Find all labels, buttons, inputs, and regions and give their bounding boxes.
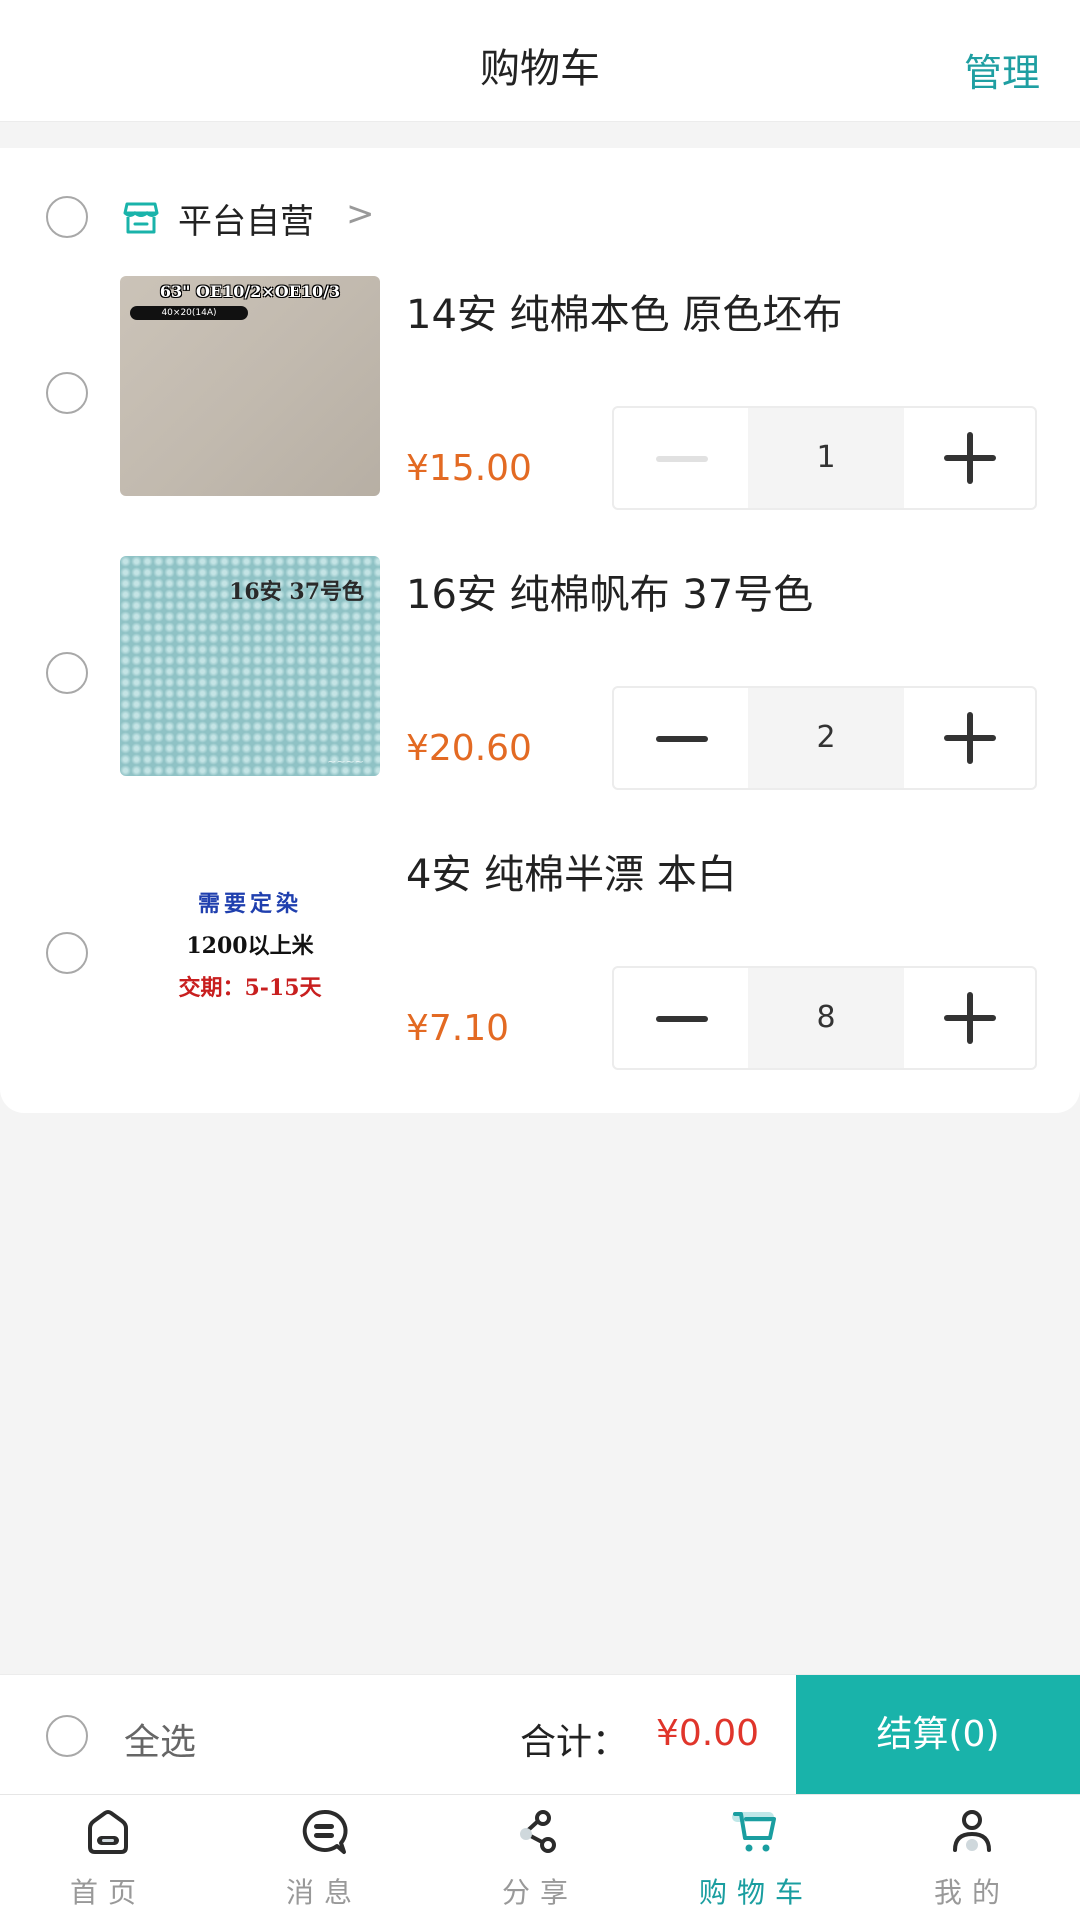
increase-button[interactable] [904,408,1035,508]
item-select-radio[interactable] [46,652,88,694]
home-icon [88,1810,128,1854]
store-row[interactable]: 平台自营 > [0,188,1080,248]
cart-item: 63" OE10/2×OE10/3 40×20(14A) 14安 纯棉本色 原色… [0,276,1080,526]
tab-label: 消息 [285,1876,362,1909]
product-image-caption: 16安 37号色 [229,579,364,605]
page-title: 购物车 [480,46,600,92]
store-name[interactable]: 平台自营 [178,194,314,243]
minus-icon [656,1016,708,1022]
product-price: ¥7.10 [406,1008,510,1049]
tab-label: 我的 [933,1876,1010,1909]
total-value: ¥0.00 [656,1713,760,1754]
tab-cart[interactable]: 购物车 [648,1795,864,1920]
cart-icon [732,1812,776,1852]
tab-home[interactable]: 首页 [0,1795,216,1920]
quantity-stepper: 2 [612,686,1037,790]
product-image[interactable]: 16安 37号色 ~~~~ [120,556,380,776]
tab-messages[interactable]: 消息 [216,1795,432,1920]
profile-icon [953,1810,991,1852]
product-image[interactable]: 需要定染 1200以上米 交期：5-15天 [120,836,380,1056]
product-image-badge: 40×20(14A) [130,306,248,320]
quantity-input[interactable]: 8 [748,968,904,1068]
message-icon [302,1809,348,1854]
decrease-button[interactable] [614,968,748,1068]
product-image-caption: 交期：5-15天 [178,975,322,1001]
item-select-radio[interactable] [46,932,88,974]
tab-label: 购物车 [698,1876,813,1909]
decrease-button[interactable] [614,408,748,508]
cart-item: 16安 37号色 ~~~~ 16安 纯棉帆布 37号色 ¥20.60 2 [0,556,1080,806]
product-image-caption: 1200以上米 [186,933,314,959]
store-icon [123,202,159,234]
tab-label: 首页 [69,1876,146,1909]
header: 购物车 管理 [0,0,1080,122]
total-label: 合计： [520,1722,629,1763]
minus-icon [656,456,708,462]
increase-button[interactable] [904,688,1035,788]
product-price: ¥15.00 [406,448,532,489]
product-title[interactable]: 14安 纯棉本色 原色坯布 [406,282,842,340]
tab-label: 分享 [501,1876,578,1909]
quantity-stepper: 8 [612,966,1037,1070]
cart-item: 需要定染 1200以上米 交期：5-15天 4安 纯棉半漂 本白 ¥7.10 8 [0,836,1080,1086]
manage-button[interactable]: 管理 [964,42,1040,97]
quantity-stepper: 1 [612,406,1037,510]
product-image[interactable]: 63" OE10/2×OE10/3 40×20(14A) [120,276,380,496]
cart-page: 购物车 管理 平台自营 > 63" OE10/2×OE10/3 40×20(14… [0,0,1080,1920]
increase-button[interactable] [904,968,1035,1068]
quantity-input[interactable]: 2 [748,688,904,788]
select-all-radio[interactable] [46,1715,88,1757]
checkout-button[interactable]: 结算(0) [796,1675,1080,1795]
quantity-input[interactable]: 1 [748,408,904,508]
select-all-label[interactable]: 全选 [124,1713,196,1765]
cart-card: 平台自营 > 63" OE10/2×OE10/3 40×20(14A) 14安 … [0,148,1080,1113]
minus-icon [656,736,708,742]
decrease-button[interactable] [614,688,748,788]
product-image-caption: 63" OE10/2×OE10/3 [159,282,341,301]
chevron-right-icon[interactable]: > [346,194,375,234]
checkout-bar: 全选 合计： ¥0.00 结算(0) [0,1674,1080,1795]
product-image-caption: 需要定染 [197,891,302,917]
tab-profile[interactable]: 我的 [864,1795,1080,1920]
store-select-radio[interactable] [46,196,88,238]
image-watermark: ~~~~ [327,755,364,768]
tab-share[interactable]: 分享 [432,1795,648,1920]
product-price: ¥20.60 [406,728,532,769]
product-title[interactable]: 16安 纯棉帆布 37号色 [406,562,813,620]
tab-bar: 首页 消息 分享 购物车 我的 [0,1794,1080,1920]
product-title[interactable]: 4安 纯棉半漂 本白 [406,842,737,900]
share-icon [520,1810,556,1853]
item-select-radio[interactable] [46,372,88,414]
